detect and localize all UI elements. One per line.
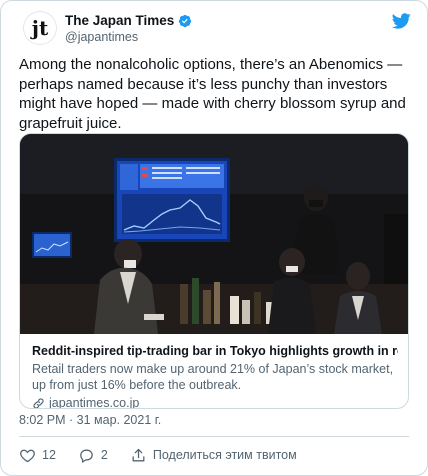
card-description: Retail traders now make up around 21% of… (32, 362, 394, 392)
tweet-embed: jt The Japan Times @japantimes Among the… (0, 0, 428, 476)
avatar-logo-text: jt (31, 16, 49, 40)
tweet-actions: 12 2 Поделиться этим твитом (19, 444, 319, 466)
card-domain-label: japantimes.co.jp (49, 396, 140, 409)
card-body[interactable]: Reddit-inspired tip-trading bar in Tokyo… (20, 335, 408, 409)
avatar[interactable]: jt (23, 11, 57, 45)
account-info[interactable]: The Japan Times @japantimes (65, 13, 192, 44)
twitter-bird-icon[interactable] (391, 11, 411, 31)
reply-count: 2 (100, 448, 108, 462)
like-count: 12 (42, 448, 56, 462)
share-upload-icon (132, 448, 145, 461)
divider (19, 436, 409, 437)
like-button[interactable]: 12 (19, 447, 56, 464)
share-button[interactable]: Поделиться этим твитом (130, 447, 297, 464)
verified-badge-icon (179, 14, 192, 27)
card-title[interactable]: Reddit-inspired tip-trading bar in Tokyo… (32, 343, 398, 359)
tweet-header: jt The Japan Times @japantimes (23, 11, 411, 47)
link-card[interactable]: Reddit-inspired tip-trading bar in Tokyo… (19, 133, 409, 409)
card-image[interactable] (20, 134, 409, 334)
reply-button[interactable]: 2 (78, 447, 108, 464)
account-handle[interactable]: @japantimes (65, 30, 192, 44)
link-icon (33, 397, 44, 408)
heart-icon (20, 449, 35, 462)
display-name[interactable]: The Japan Times (65, 13, 174, 28)
share-label: Поделиться этим твитом (152, 448, 297, 462)
tweet-timestamp[interactable]: 8:02 PM · 31 мар. 2021 г. (19, 413, 161, 427)
tweet-text: Among the nonalcoholic options, there’s … (19, 56, 406, 132)
card-domain[interactable]: japantimes.co.jp (32, 396, 398, 409)
reply-bubble-icon (80, 449, 93, 463)
